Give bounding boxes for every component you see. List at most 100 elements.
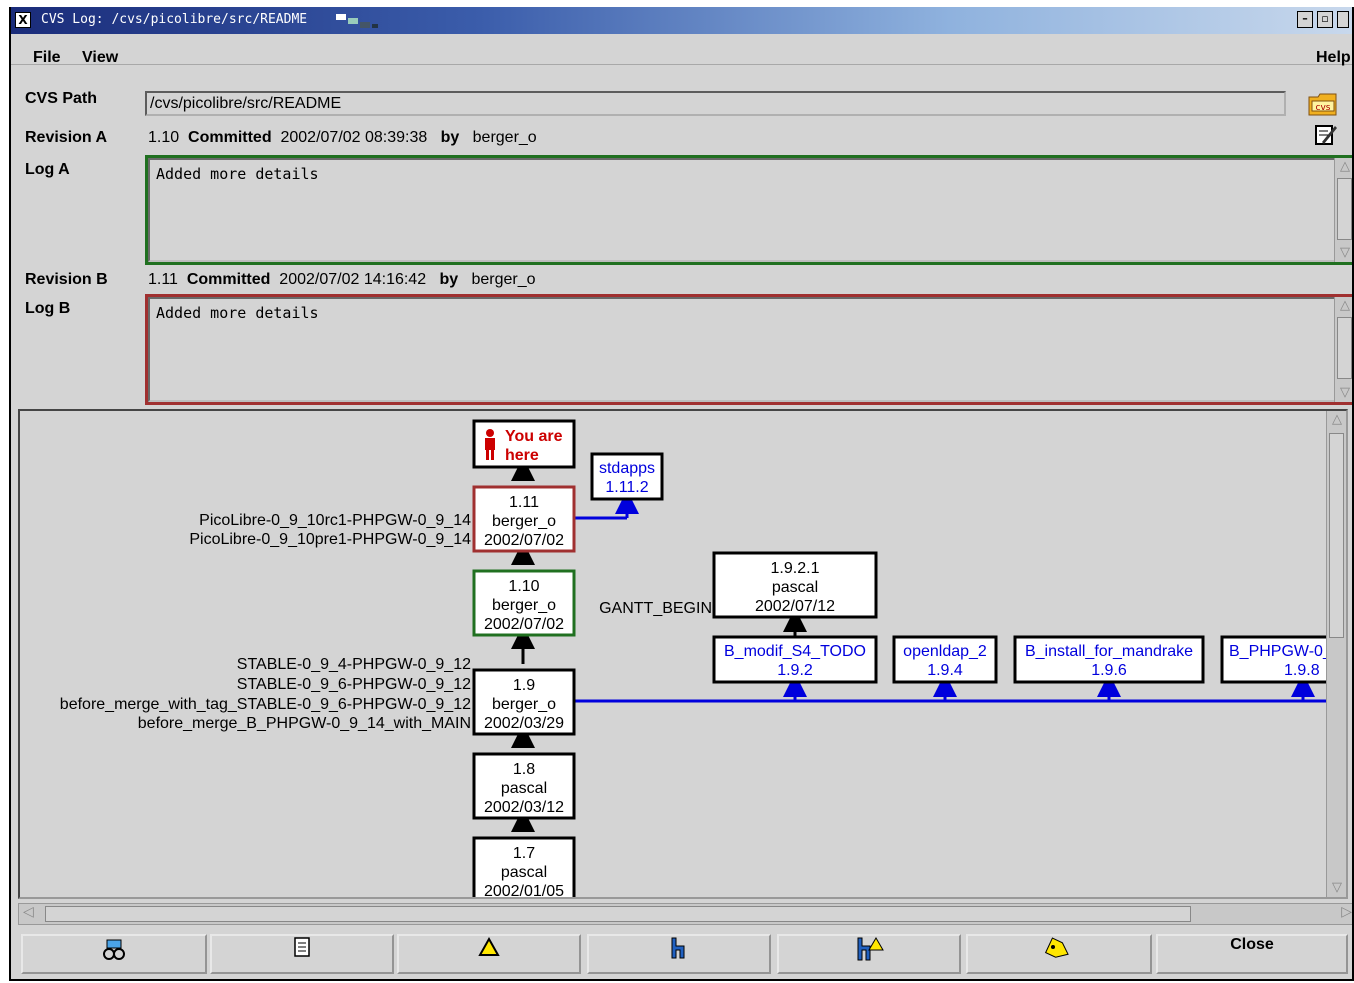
- svg-text:1.9.2: 1.9.2: [777, 662, 813, 679]
- svg-text:berger_o: berger_o: [492, 696, 556, 713]
- window-menu-icon[interactable]: X: [15, 12, 31, 28]
- svg-text:1.9.2.1: 1.9.2.1: [771, 560, 820, 577]
- horizontal-scroll-thumb[interactable]: [45, 906, 1191, 922]
- view-file-icon: [294, 937, 310, 957]
- delta-button[interactable]: [397, 934, 581, 974]
- view-file-button[interactable]: [210, 934, 394, 974]
- log-a-label: Log A: [25, 161, 70, 178]
- svg-text:pascal: pascal: [772, 579, 818, 596]
- svg-text:You are: You are: [505, 428, 563, 445]
- menu-help[interactable]: Help: [1316, 49, 1351, 67]
- branch-delta-icon: [857, 937, 884, 961]
- cvs-path-label: CVS Path: [25, 90, 98, 107]
- cvs-path-value: /cvs/picolibre/src/README: [150, 95, 342, 112]
- log-a-text: Added more details: [156, 165, 319, 183]
- window-title: CVS Log: /cvs/picolibre/src/README: [41, 12, 308, 27]
- svg-text:1.9.8: 1.9.8: [1284, 662, 1320, 679]
- revision-a-label: Revision A: [25, 129, 108, 146]
- log-b-label: Log B: [25, 300, 71, 317]
- revision-node-1-10[interactable]: 1.10 berger_o 2002/07/02: [472, 569, 576, 637]
- tags-1-9: STABLE-0_9_4-PHPGW-0_9_12 STABLE-0_9_6-P…: [60, 656, 471, 732]
- svg-text:B_install_for_mandrake: B_install_for_mandrake: [1025, 643, 1193, 660]
- svg-text:2002/01/05: 2002/01/05: [484, 883, 564, 897]
- svg-text:PicoLibre-0_9_10pre1-PHPGW-0_9: PicoLibre-0_9_10pre1-PHPGW-0_9_14: [189, 531, 471, 548]
- branch-node-stdapps[interactable]: stdapps 1.11.2: [590, 452, 664, 501]
- svg-text:stdapps: stdapps: [599, 460, 655, 477]
- diff-icon: [103, 939, 125, 960]
- svg-text:1.9: 1.9: [513, 677, 535, 694]
- branch-node-b-modif-s4-todo[interactable]: B_modif_S4_TODO 1.9.2: [712, 635, 878, 684]
- title-bar[interactable]: X CVS Log: /cvs/picolibre/src/README – ▫: [11, 7, 1352, 34]
- menu-view[interactable]: View: [82, 49, 118, 67]
- graph-horizontal-scrollbar[interactable]: ◁ ▷: [18, 903, 1352, 925]
- maximize-button[interactable]: ▫: [1317, 11, 1333, 28]
- close-button[interactable]: Close: [1156, 934, 1348, 974]
- tkcvs-logo-icon: [336, 14, 378, 28]
- svg-text:2002/07/02: 2002/07/02: [484, 616, 564, 633]
- svg-text:1.11.2: 1.11.2: [605, 479, 648, 496]
- svg-text:here: here: [505, 447, 539, 464]
- log-b-text: Added more details: [156, 304, 319, 322]
- log-b-scrollbar[interactable]: △ ▽: [1334, 297, 1352, 402]
- scroll-left-icon[interactable]: ◁: [23, 904, 34, 920]
- branch-node-openldap-2[interactable]: openldap_2 1.9.4: [892, 635, 998, 684]
- svg-text:B_PHPGW-0_: B_PHPGW-0_: [1229, 643, 1333, 660]
- revision-graph-canvas[interactable]: You are here 1.11 berger_o 2002/07/02 1.…: [18, 409, 1348, 899]
- svg-text:1.10: 1.10: [508, 578, 539, 595]
- minimize-button[interactable]: –: [1297, 11, 1313, 28]
- svg-text:2002/07/02: 2002/07/02: [484, 532, 564, 549]
- revision-b-label: Revision B: [25, 271, 108, 288]
- svg-text:2002/03/12: 2002/03/12: [484, 799, 564, 816]
- svg-text:1.9.4: 1.9.4: [927, 662, 963, 679]
- cvs-folder-button[interactable]: cvs: [1306, 91, 1340, 117]
- bottom-toolbar: Close: [11, 929, 1352, 979]
- revision-node-1-11[interactable]: 1.11 berger_o 2002/07/02: [472, 485, 576, 553]
- menu-bar: File View Help: [11, 34, 1352, 67]
- branch-button[interactable]: [587, 934, 771, 974]
- svg-text:berger_o: berger_o: [492, 513, 556, 530]
- menu-file[interactable]: File: [33, 49, 61, 67]
- diff-button[interactable]: [21, 934, 207, 974]
- tag-gantt-begin: GANTT_BEGIN: [599, 600, 712, 617]
- revision-b-info: 1.11 Committed 2002/07/02 14:16:42 by be…: [148, 271, 536, 288]
- svg-text:STABLE-0_9_4-PHPGW-0_9_12: STABLE-0_9_4-PHPGW-0_9_12: [237, 656, 471, 673]
- tag-button[interactable]: [966, 934, 1152, 974]
- svg-text:2002/07/12: 2002/07/12: [755, 598, 835, 615]
- cvs-log-window: X CVS Log: /cvs/picolibre/src/README – ▫…: [9, 7, 1354, 981]
- log-b-textbox[interactable]: Added more details △ ▽: [145, 294, 1352, 405]
- delta-icon: [478, 936, 500, 956]
- svg-text:1.11: 1.11: [509, 494, 539, 511]
- svg-text:before_merge_B_PHPGW-0_9_14_wi: before_merge_B_PHPGW-0_9_14_with_MAIN: [138, 715, 471, 732]
- log-a-textbox[interactable]: Added more details △ ▽: [145, 155, 1352, 265]
- graph-vertical-scrollbar[interactable]: △ ▽: [1326, 411, 1346, 897]
- svg-text:STABLE-0_9_6-PHPGW-0_9_12: STABLE-0_9_6-PHPGW-0_9_12: [237, 676, 471, 693]
- svg-text:PicoLibre-0_9_10rc1-PHPGW-0_9_: PicoLibre-0_9_10rc1-PHPGW-0_9_14: [199, 512, 471, 529]
- branch-delta-button[interactable]: [777, 934, 961, 974]
- svg-text:pascal: pascal: [501, 780, 547, 797]
- edit-note-icon: [1315, 125, 1337, 145]
- svg-text:cvs: cvs: [1316, 103, 1331, 113]
- revision-node-1-7[interactable]: 1.7 pascal 2002/01/05: [472, 836, 576, 897]
- svg-text:openldap_2: openldap_2: [903, 643, 987, 660]
- branch-icon: [671, 937, 685, 959]
- svg-text:1.7: 1.7: [513, 845, 535, 862]
- revision-node-1-9-2-1[interactable]: 1.9.2.1 pascal 2002/07/12: [712, 551, 878, 619]
- svg-text:1.8: 1.8: [513, 761, 535, 778]
- log-a-scrollbar[interactable]: △ ▽: [1334, 158, 1352, 262]
- tags-1-11: PicoLibre-0_9_10rc1-PHPGW-0_9_14 PicoLib…: [189, 512, 471, 548]
- you-are-here-marker: You are here: [472, 419, 576, 469]
- edit-note-button[interactable]: [1313, 122, 1339, 148]
- branch-node-b-install-for-mandrake[interactable]: B_install_for_mandrake 1.9.6: [1013, 635, 1205, 684]
- cvs-path-field[interactable]: /cvs/picolibre/src/README: [145, 91, 1286, 116]
- revision-a-info: 1.10 Committed 2002/07/02 08:39:38 by be…: [148, 129, 537, 146]
- close-window-button[interactable]: [1337, 11, 1349, 28]
- svg-text:before_merge_with_tag_STABLE-0: before_merge_with_tag_STABLE-0_9_6-PHPGW…: [60, 696, 471, 713]
- svg-text:1.9.6: 1.9.6: [1091, 662, 1127, 679]
- scroll-right-icon[interactable]: ▷: [1341, 904, 1352, 920]
- svg-text:berger_o: berger_o: [492, 597, 556, 614]
- svg-text:pascal: pascal: [501, 864, 547, 881]
- revision-node-1-9[interactable]: 1.9 berger_o 2002/03/29: [472, 668, 576, 736]
- revision-node-1-8[interactable]: 1.8 pascal 2002/03/12: [472, 752, 576, 820]
- svg-text:B_modif_S4_TODO: B_modif_S4_TODO: [724, 643, 866, 660]
- svg-text:2002/03/29: 2002/03/29: [484, 715, 564, 732]
